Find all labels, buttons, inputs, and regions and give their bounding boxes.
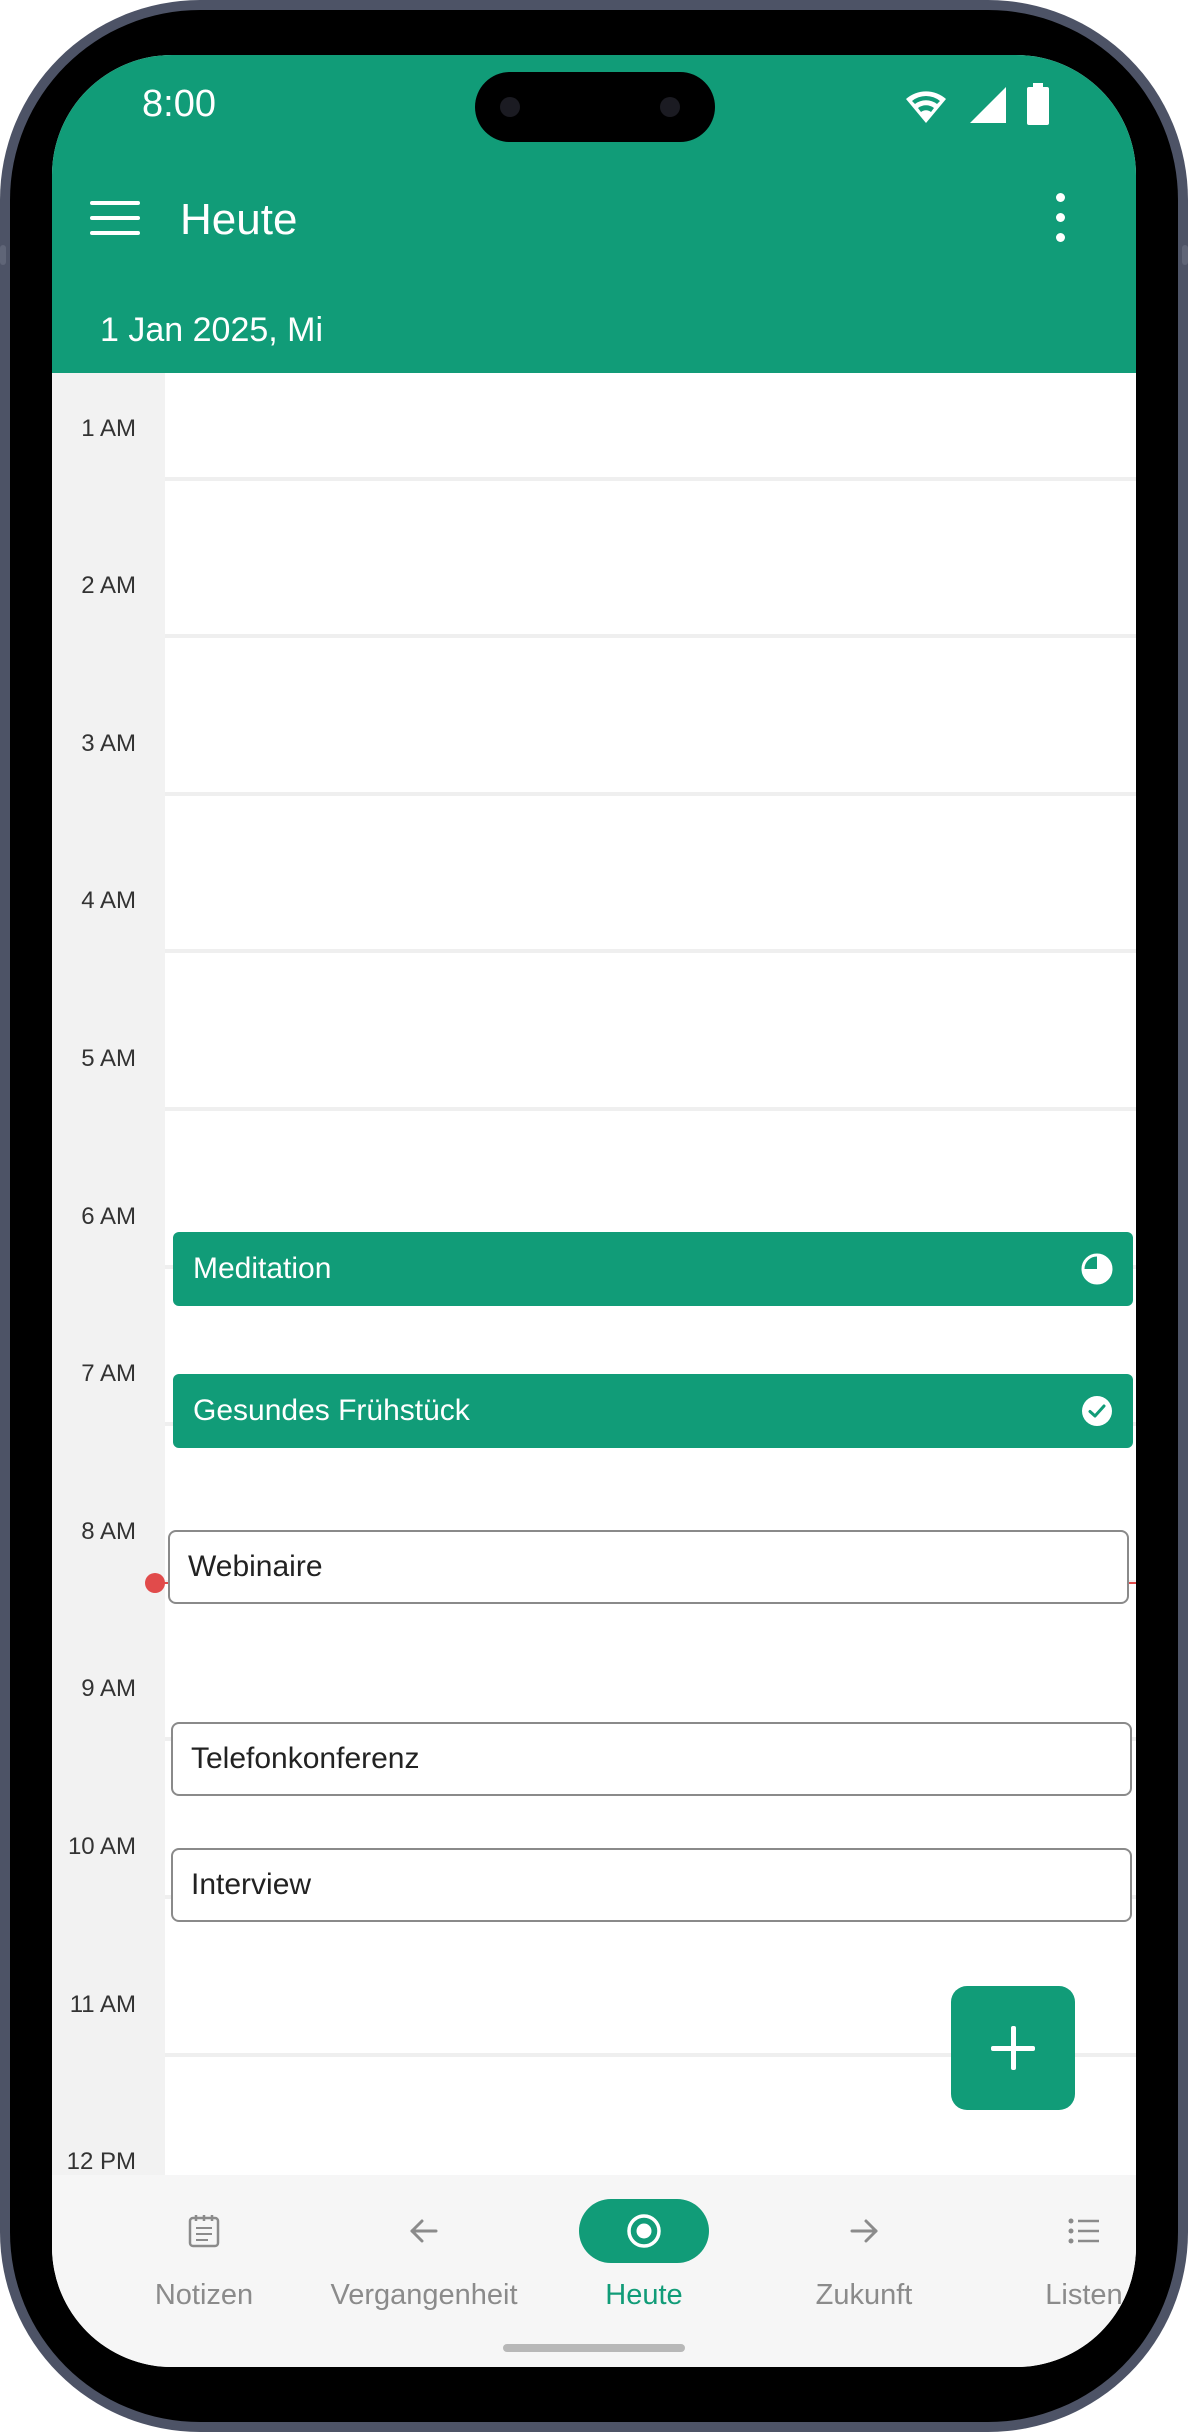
nav-item-listen[interactable]: Listen — [974, 2175, 1136, 2335]
current-time-dot — [145, 1573, 165, 1593]
nav-item-heute[interactable]: Heute — [534, 2175, 754, 2335]
nav-icon-container — [1019, 2199, 1136, 2263]
event-title: Telefonkonferenz — [191, 1742, 420, 1775]
event-interview[interactable]: Interview — [171, 1848, 1132, 1922]
app-header: 8:00 Heute 1 Jan 2025, Mi — [52, 55, 1136, 373]
signal-icon — [970, 87, 1006, 123]
plus-icon — [1011, 2026, 1016, 2070]
nav-icon-container — [359, 2199, 489, 2263]
nav-label: Heute — [605, 2279, 683, 2311]
event-telefonkonferenz[interactable]: Telefonkonferenz — [171, 1722, 1132, 1796]
hour-grid-line — [165, 1107, 1136, 1111]
hour-label: 12 PM — [66, 2148, 136, 2175]
nav-item-vergangenheit[interactable]: Vergangenheit — [314, 2175, 534, 2335]
event-title: Webinaire — [188, 1550, 323, 1583]
side-button — [1182, 245, 1188, 265]
status-icons — [902, 83, 1050, 125]
nav-label: Vergangenheit — [330, 2279, 518, 2311]
event-title: Meditation — [193, 1252, 332, 1285]
battery-icon — [1027, 83, 1049, 125]
nav-label: Zukunft — [815, 2279, 913, 2311]
event-title: Interview — [191, 1868, 312, 1901]
date-label[interactable]: 1 Jan 2025, Mi — [100, 311, 323, 350]
hour-grid-line — [165, 792, 1136, 796]
home-indicator — [503, 2344, 685, 2352]
hour-label: 4 AM — [81, 887, 136, 914]
hour-grid-line — [165, 477, 1136, 481]
camera-cutout — [475, 72, 715, 142]
nav-icon-container — [799, 2199, 929, 2263]
hour-label: 3 AM — [81, 730, 136, 757]
menu-icon[interactable] — [90, 201, 140, 237]
add-event-button[interactable] — [951, 1986, 1075, 2110]
pie-progress-icon — [1081, 1253, 1113, 1285]
event-title: Gesundes Frühstück — [193, 1394, 470, 1427]
wifi-icon — [906, 91, 946, 123]
hour-label: 10 AM — [67, 1833, 136, 1860]
side-button — [0, 245, 6, 265]
status-time: 8:00 — [142, 83, 216, 125]
list-icon — [1068, 2218, 1099, 2244]
event-gesundes-fruehstueck[interactable]: Gesundes Frühstück — [173, 1374, 1133, 1448]
phone-frame: 8:00 Heute 1 Jan 2025, Mi 1 AM 2 AM 3 AM… — [0, 0, 1188, 2432]
nav-label: Listen — [1045, 2279, 1123, 2311]
hour-grid-line — [165, 634, 1136, 638]
nav-label: Notizen — [154, 2279, 254, 2311]
event-meditation[interactable]: Meditation — [173, 1232, 1133, 1306]
hour-label: 8 AM — [81, 1518, 136, 1545]
hour-label: 1 AM — [81, 415, 136, 442]
hour-label: 2 AM — [81, 572, 136, 599]
nav-icon-container — [139, 2199, 269, 2263]
time-column: 1 AM 2 AM 3 AM 4 AM 5 AM 6 AM 7 AM 8 AM … — [52, 373, 165, 2175]
nav-item-notizen[interactable]: Notizen — [94, 2175, 314, 2335]
target-icon — [627, 2214, 661, 2248]
more-options-icon[interactable] — [1053, 193, 1067, 243]
nav-icon-container — [579, 2199, 709, 2263]
hour-label: 7 AM — [81, 1360, 136, 1387]
nav-item-zukunft[interactable]: Zukunft — [754, 2175, 974, 2335]
arrow-right-icon — [850, 2219, 878, 2243]
day-calendar[interactable]: 1 AM 2 AM 3 AM 4 AM 5 AM 6 AM 7 AM 8 AM … — [52, 373, 1136, 2175]
hour-label: 6 AM — [81, 1203, 136, 1230]
hour-label: 5 AM — [81, 1045, 136, 1072]
notes-icon — [188, 2215, 220, 2248]
hour-label: 11 AM — [69, 1991, 136, 2018]
arrow-left-icon — [410, 2219, 438, 2243]
screen: 8:00 Heute 1 Jan 2025, Mi 1 AM 2 AM 3 AM… — [52, 55, 1136, 2367]
sensor-lens — [660, 97, 680, 117]
bottom-navigation: Notizen Vergangenheit Heute Zukunft List… — [52, 2175, 1136, 2367]
hour-grid-line — [165, 949, 1136, 953]
page-title: Heute — [180, 195, 298, 244]
hour-label: 9 AM — [81, 1675, 136, 1702]
camera-lens — [500, 97, 520, 117]
event-webinaire[interactable]: Webinaire — [168, 1530, 1129, 1604]
check-circle-icon — [1082, 1396, 1112, 1426]
